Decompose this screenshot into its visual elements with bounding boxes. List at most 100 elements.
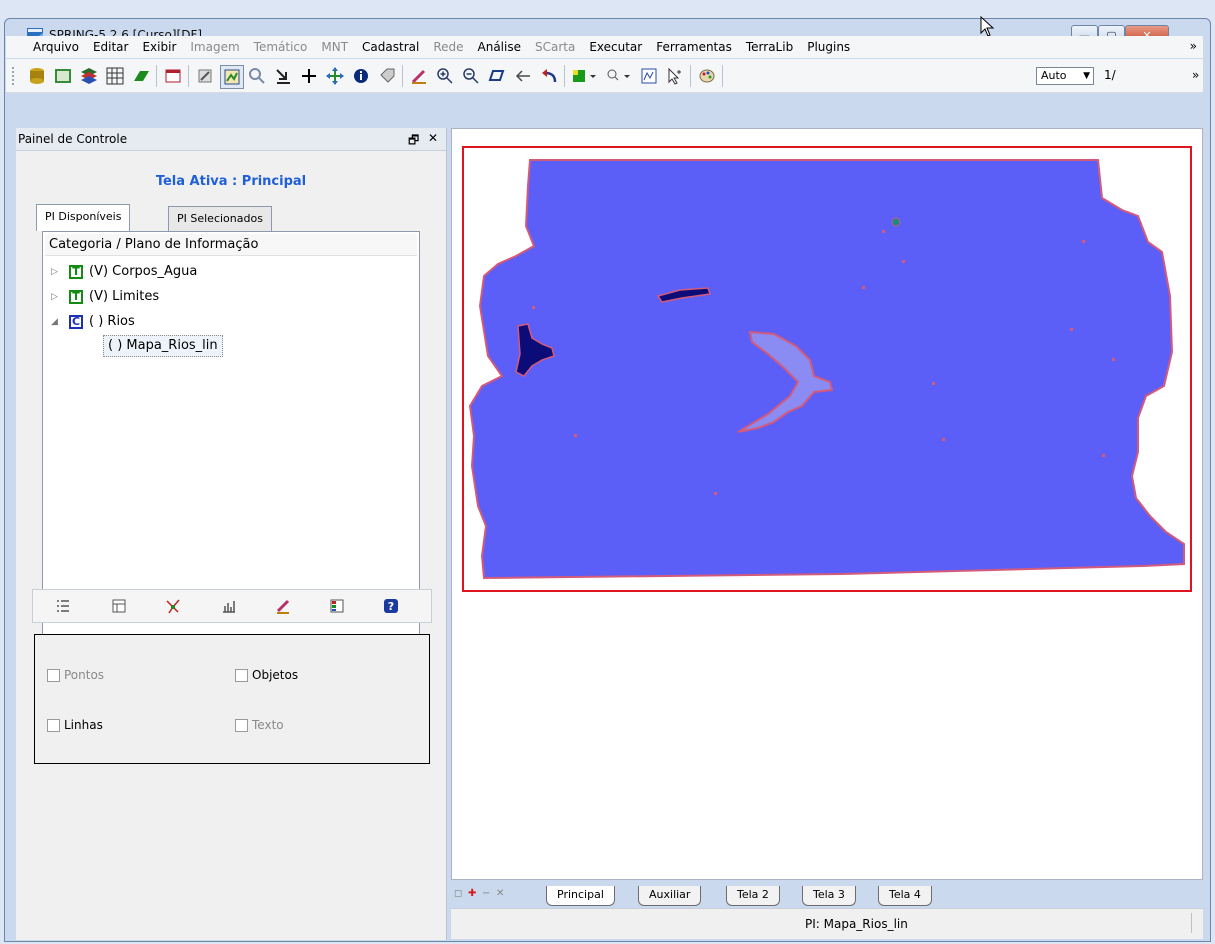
texto-label: Texto bbox=[252, 718, 284, 732]
layers-icon[interactable] bbox=[78, 65, 100, 87]
visual-options-box: Pontos Objetos Linhas Texto bbox=[34, 634, 430, 764]
tag-icon[interactable] bbox=[376, 65, 398, 87]
float-panel-icon[interactable]: 🗗 bbox=[408, 131, 419, 152]
zoom-area-icon[interactable] bbox=[486, 65, 508, 87]
status-divider bbox=[1191, 913, 1192, 933]
previous-view-icon[interactable] bbox=[512, 65, 534, 87]
zoom-icon[interactable] bbox=[246, 65, 268, 87]
zoom-in-icon[interactable] bbox=[434, 65, 456, 87]
palette-icon[interactable] bbox=[696, 65, 718, 87]
menu-terralib[interactable]: TerraLib bbox=[739, 40, 800, 54]
area-edit-icon[interactable] bbox=[130, 65, 152, 87]
toolbar-grip[interactable] bbox=[12, 67, 17, 85]
menu-overflow-button[interactable]: » bbox=[1190, 39, 1197, 53]
menu-exibir[interactable]: Exibir bbox=[135, 40, 183, 54]
linhas-label: Linhas bbox=[64, 718, 103, 732]
chart-icon[interactable] bbox=[219, 596, 239, 616]
active-screen-label: Tela Ativa : Principal bbox=[155, 174, 307, 189]
main-toolbar: Auto ▼ 1/ » bbox=[6, 59, 1203, 93]
scale-prefix: 1/ bbox=[1104, 68, 1116, 82]
menu-scarta[interactable]: SCarta bbox=[528, 40, 582, 54]
tab-tela-2[interactable]: Tela 2 bbox=[726, 886, 780, 906]
tree-item-limites[interactable]: ▷ T (V) Limites bbox=[51, 287, 159, 307]
help-icon[interactable]: ? bbox=[381, 596, 401, 616]
checkbox-icon bbox=[235, 718, 248, 732]
pan-icon[interactable] bbox=[324, 65, 346, 87]
tree-header: Categoria / Plano de Informação bbox=[45, 234, 417, 256]
status-pi: PI: Mapa_Rios_lin bbox=[805, 917, 908, 931]
checkbox-icon bbox=[235, 668, 248, 682]
objetos-label: Objetos bbox=[252, 668, 299, 682]
status-bar: PI: Mapa_Rios_lin bbox=[451, 908, 1203, 939]
control-panel-title: Painel de Controle bbox=[18, 132, 128, 146]
tree-item-mapa-rios-lin[interactable]: ( ) Mapa_Rios_lin bbox=[103, 335, 223, 357]
tab-principal[interactable]: Principal bbox=[546, 886, 615, 906]
scale-dropdown-icon[interactable] bbox=[604, 65, 634, 87]
menu-cadastral[interactable]: Cadastral bbox=[355, 40, 426, 54]
edit-pencil-icon[interactable] bbox=[273, 596, 293, 616]
tab-add-icon[interactable]: ✚ bbox=[468, 888, 476, 899]
objetos-checkbox[interactable]: Objetos bbox=[235, 668, 298, 682]
tab-tela-4[interactable]: Tela 4 bbox=[878, 886, 932, 906]
menu-tematico[interactable]: Temático bbox=[247, 40, 315, 54]
info-icon[interactable] bbox=[350, 65, 372, 87]
expand-icon[interactable]: ▷ bbox=[51, 262, 65, 282]
close-panel-icon[interactable]: ✕ bbox=[428, 131, 438, 145]
checkbox-icon bbox=[47, 718, 60, 732]
menu-arquivo[interactable]: Arquivo bbox=[26, 40, 86, 54]
screen-tabs: ◻ ✚ − ✕ Principal Auxiliar Tela 2 Tela 3… bbox=[452, 884, 1152, 908]
database-icon[interactable] bbox=[26, 65, 48, 87]
pontos-label: Pontos bbox=[64, 668, 105, 682]
menu-executar[interactable]: Executar bbox=[582, 40, 649, 54]
tab-pi-disponiveis[interactable]: PI Disponíveis bbox=[36, 204, 131, 231]
menu-rede[interactable]: Rede bbox=[426, 40, 470, 54]
thematic-category-icon: T bbox=[69, 290, 83, 304]
grid-icon[interactable] bbox=[104, 65, 126, 87]
tab-pi-selecionados[interactable]: PI Selecionados bbox=[168, 206, 272, 231]
network-icon[interactable] bbox=[163, 596, 183, 616]
draw-icon[interactable] bbox=[220, 65, 244, 89]
undo-icon[interactable] bbox=[538, 65, 560, 87]
color-dropdown-icon[interactable] bbox=[570, 65, 600, 87]
tab-tela-3[interactable]: Tela 3 bbox=[802, 886, 856, 906]
control-panel-header: Painel de Controle 🗗 ✕ bbox=[16, 128, 446, 151]
linhas-checkbox[interactable]: Linhas bbox=[47, 718, 103, 732]
table-icon[interactable] bbox=[109, 596, 129, 616]
menu-ferramentas[interactable]: Ferramentas bbox=[649, 40, 739, 54]
menu-imagem[interactable]: Imagem bbox=[183, 40, 246, 54]
tree-item-label: ( ) Rios bbox=[89, 314, 135, 329]
tools-icon[interactable] bbox=[194, 65, 216, 87]
legend-icon[interactable] bbox=[638, 65, 660, 87]
category-tree: Categoria / Plano de Informação ▷ T (V) … bbox=[42, 231, 420, 695]
menu-mnt[interactable]: MNT bbox=[314, 40, 355, 54]
legend-grid-icon[interactable] bbox=[327, 596, 347, 616]
cadastral-category-icon: C bbox=[69, 315, 83, 329]
tree-item-corpos-agua[interactable]: ▷ T (V) Corpos_Agua bbox=[51, 262, 197, 282]
pencil-icon[interactable] bbox=[408, 65, 430, 87]
list-icon[interactable] bbox=[53, 596, 73, 616]
tab-close-icon[interactable]: ✕ bbox=[496, 888, 504, 899]
project-icon[interactable] bbox=[52, 65, 74, 87]
window-icon[interactable] bbox=[162, 65, 184, 87]
texto-checkbox[interactable]: Texto bbox=[235, 718, 284, 732]
tab-remove-icon[interactable]: − bbox=[482, 888, 490, 899]
map-frame bbox=[462, 146, 1192, 592]
tab-first-icon[interactable]: ◻ bbox=[454, 888, 462, 899]
expand-icon[interactable]: ▷ bbox=[51, 287, 65, 307]
tab-auxiliar[interactable]: Auxiliar bbox=[638, 886, 702, 906]
zoom-select[interactable]: Auto ▼ bbox=[1036, 67, 1094, 85]
menu-plugins[interactable]: Plugins bbox=[800, 40, 857, 54]
dock-icon[interactable] bbox=[272, 65, 294, 87]
menu-analise[interactable]: Análise bbox=[471, 40, 528, 54]
menu-editar[interactable]: Editar bbox=[86, 40, 136, 54]
zoom-out-icon[interactable] bbox=[460, 65, 482, 87]
cursor-select-icon[interactable] bbox=[664, 65, 686, 87]
chevron-down-icon: ▼ bbox=[1083, 71, 1090, 81]
tree-item-label: ( ) Mapa_Rios_lin bbox=[103, 335, 223, 357]
pontos-checkbox[interactable]: Pontos bbox=[47, 668, 104, 682]
toolbar-overflow-button[interactable]: » bbox=[1192, 68, 1199, 82]
collapse-icon[interactable]: ◢ bbox=[51, 312, 65, 332]
cross-icon[interactable] bbox=[298, 65, 320, 87]
menu-bar: Arquivo Editar Exibir Imagem Temático MN… bbox=[6, 36, 1203, 58]
tree-item-rios[interactable]: ◢ C ( ) Rios bbox=[51, 312, 135, 332]
